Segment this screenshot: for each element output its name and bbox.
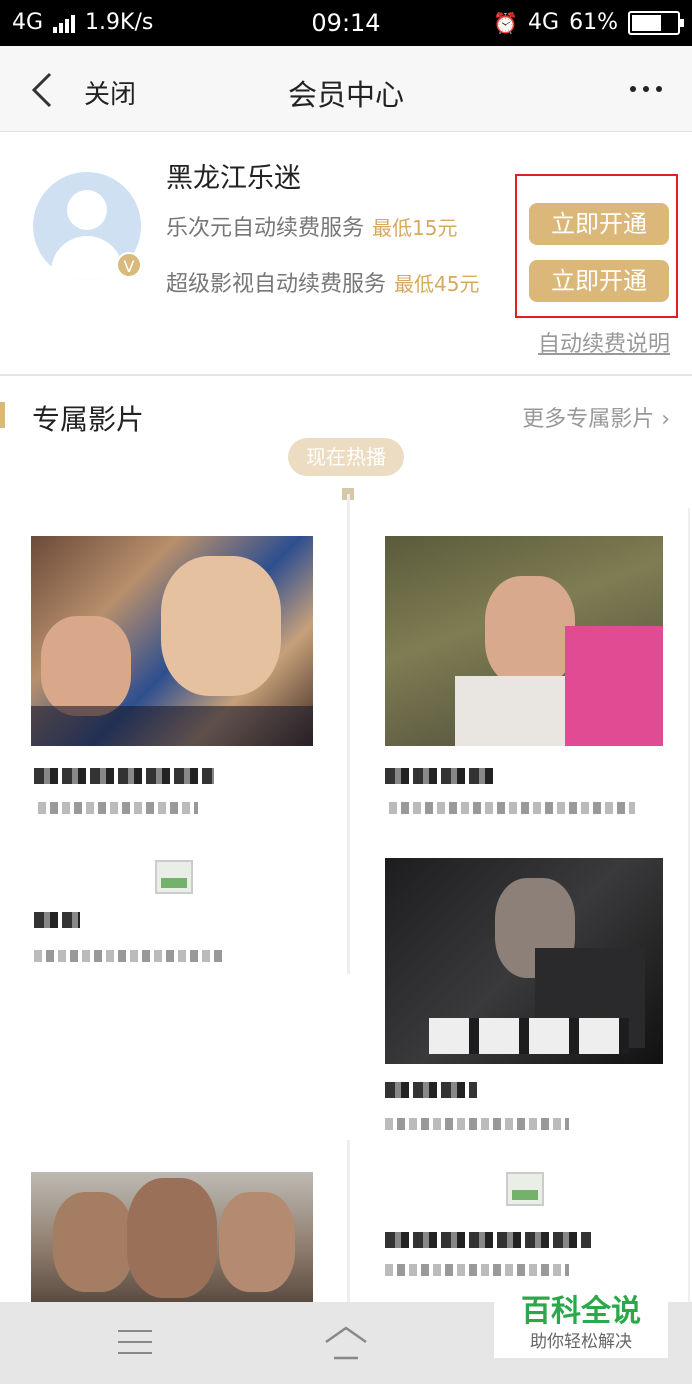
image-placeholder-icon[interactable] [155, 860, 193, 894]
now-playing-badge: 现在热播 [288, 438, 404, 476]
status-bar: 4G 1.9K/s 09:14 ⏰ 4G 61% [0, 0, 692, 46]
movie-meta [385, 1118, 569, 1130]
alarm-icon: ⏰ [493, 10, 519, 35]
movie-title[interactable] [385, 1232, 591, 1248]
service-name: 乐次元自动续费服务 [166, 216, 365, 241]
movie-title[interactable] [385, 768, 495, 784]
service-row-leciyuan: 乐次元自动续费服务 最低15元 [166, 210, 457, 242]
movie-meta [385, 1264, 569, 1276]
movie-title[interactable] [34, 912, 80, 928]
open-super-video-button[interactable]: 立即开通 [529, 260, 669, 302]
section-title: 专属影片 [32, 403, 145, 436]
home-icon[interactable] [322, 1324, 370, 1362]
movie-poster[interactable] [385, 858, 663, 1064]
movie-title[interactable] [34, 768, 214, 784]
movie-meta [38, 802, 198, 814]
open-leciyuan-button[interactable]: 立即开通 [529, 203, 669, 245]
movie-meta [389, 802, 635, 814]
movie-title[interactable] [385, 1082, 477, 1098]
network-type-right: 4G [528, 10, 560, 35]
image-placeholder-icon[interactable] [506, 1172, 544, 1206]
service-row-super-video: 超级影视自动续费服务 最低45元 [166, 266, 479, 298]
battery-percent: 61% [569, 10, 618, 35]
movie-poster[interactable] [31, 536, 313, 746]
watermark-main: 百科全说 [521, 1294, 641, 1329]
timeline-line [347, 494, 350, 974]
member-card: V 黑龙江乐迷 乐次元自动续费服务 最低15元 超级影视自动续费服务 最低45元 立… [0, 132, 692, 376]
section-marker [0, 402, 5, 428]
menu-icon[interactable] [118, 1330, 152, 1354]
nav-bar: 关闭 会员中心 [0, 46, 692, 132]
page-title: 会员中心 [287, 78, 404, 112]
vip-badge-icon: V [116, 252, 142, 278]
watermark-logo: 百科全说 助你轻松解决 [494, 1290, 668, 1358]
auto-renew-info-link[interactable]: 自动续费说明 [538, 326, 670, 358]
service-name: 超级影视自动续费服务 [166, 272, 387, 297]
watermark-sub: 助你轻松解决 [530, 1332, 632, 1352]
more-dots-icon[interactable] [630, 86, 662, 92]
timeline-line [347, 1140, 350, 1310]
username: 黑龙江乐迷 [166, 163, 301, 194]
divider [688, 508, 690, 1308]
more-exclusive-movies-link[interactable]: 更多专属影片 › [522, 401, 670, 433]
service-price: 最低15元 [372, 216, 458, 240]
battery-icon [628, 10, 684, 35]
movie-poster[interactable] [385, 536, 663, 746]
movie-poster[interactable] [31, 1172, 313, 1302]
movie-meta [34, 950, 224, 962]
service-price: 最低45元 [394, 272, 480, 296]
